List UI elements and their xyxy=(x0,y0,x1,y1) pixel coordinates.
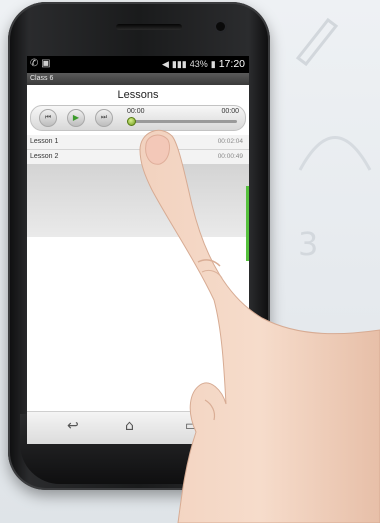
hand-pointing xyxy=(139,129,380,523)
